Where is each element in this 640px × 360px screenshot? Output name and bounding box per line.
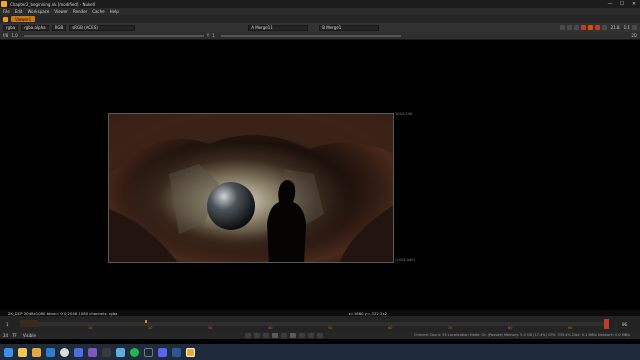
status-readout: Channel Count: 55 Localization Mode: On …	[414, 333, 630, 337]
menu-viewer[interactable]: Viewer	[54, 9, 68, 14]
keyframe-marker	[145, 320, 147, 323]
layer-select[interactable]: rgba.alpha	[21, 24, 49, 31]
store-icon[interactable]	[74, 347, 83, 357]
timeline-tick: 50	[328, 326, 333, 330]
viewer-toolbar: rgba rgba.alpha RGB sRGB (ACES) A Merge1…	[0, 23, 640, 32]
timeline-end-frame[interactable]: 96	[622, 322, 627, 327]
proxy-icon[interactable]	[566, 25, 572, 30]
steam-icon[interactable]	[144, 347, 153, 357]
gain-slider[interactable]	[23, 34, 204, 37]
first-frame-button[interactable]	[245, 333, 251, 338]
timeline-tick: 60	[388, 326, 393, 330]
nuke-taskbar-icon[interactable]	[186, 347, 195, 357]
menu-render[interactable]: Render	[73, 9, 87, 14]
timeline-track[interactable]	[20, 322, 608, 326]
ratio-value[interactable]: 1:1	[624, 25, 630, 30]
lock-icon[interactable]	[587, 25, 593, 30]
menu-edit[interactable]: Edit	[15, 9, 23, 14]
timeline-tick: 70	[448, 326, 453, 330]
window-title: Chapter2_beginning.nk [modified] - NukeX	[10, 1, 96, 7]
image-frame	[108, 113, 394, 263]
tab-bar: Viewer1	[0, 15, 640, 23]
viewer-canvas[interactable]: 1024,540 (1024,540)	[0, 40, 640, 317]
playback-range-select[interactable]: Visible	[23, 333, 36, 338]
terminal-icon[interactable]	[102, 347, 111, 357]
maximize-button[interactable]: ☐	[616, 0, 628, 8]
prev-keyframe-button[interactable]	[254, 333, 260, 338]
timeline-tick: 20	[148, 326, 153, 330]
step-forward-button[interactable]	[299, 333, 305, 338]
gain-gamma-bar: f/8 1.0 Y 1 2D	[0, 32, 640, 40]
file-explorer-icon[interactable]	[18, 347, 27, 357]
pixel-coordinates: x=1660 y=-322.2x2	[348, 310, 388, 316]
overlay-icon[interactable]	[601, 25, 607, 30]
format-size-label: 1024,540	[395, 112, 413, 116]
title-bar: Chapter2_beginning.nk [modified] - NukeX…	[0, 0, 640, 8]
windows-taskbar	[0, 344, 640, 360]
menu-file[interactable]: File	[3, 9, 10, 14]
chrome-icon[interactable]	[60, 347, 69, 357]
gamma-label: Y	[206, 33, 210, 38]
input-b-select[interactable]: B Merge1	[319, 24, 380, 31]
zoom-value[interactable]: 21.8	[611, 25, 620, 30]
step-back-button[interactable]	[263, 333, 269, 338]
timeline-tick: 30	[208, 326, 213, 330]
timeline-playhead[interactable]	[604, 319, 609, 329]
roi-icon[interactable]	[559, 25, 565, 30]
render-pause-icon[interactable]	[580, 25, 586, 30]
playback-controls: 24 TF Visible Channel Count: 55 Localiza…	[0, 332, 640, 339]
timecode-mode[interactable]: TF	[12, 333, 17, 338]
view-mode-label[interactable]: 2D	[631, 33, 637, 38]
tab-viewer1[interactable]: Viewer1	[11, 16, 36, 22]
viewer-settings-icon[interactable]	[632, 25, 637, 30]
menu-cache[interactable]: Cache	[92, 9, 104, 14]
gamma-slider[interactable]	[220, 34, 401, 37]
menu-help[interactable]: Help	[110, 9, 119, 14]
downscale-icon[interactable]	[573, 25, 579, 30]
menu-bar: File Edit Workspace Viewer Render Cache …	[0, 8, 640, 15]
display-transform-select[interactable]: sRGB (ACES)	[69, 24, 136, 31]
timeline-thumbnail	[20, 320, 38, 327]
play-forward-button[interactable]	[290, 333, 296, 338]
format-corner-label: (1024,540)	[395, 258, 415, 262]
timeline-tick: 10	[88, 326, 93, 330]
minimize-button[interactable]: —	[604, 0, 616, 8]
stop-button[interactable]	[281, 333, 287, 338]
fps-field[interactable]: 24	[3, 333, 8, 338]
gain-value[interactable]: 1.0	[11, 33, 17, 38]
menu-workspace[interactable]: Workspace	[27, 9, 49, 14]
timeline-tick: 90	[568, 326, 573, 330]
input-a-select[interactable]: A Merge11	[248, 24, 309, 31]
format-info: 2K_DCP 2048x1080 bbox= 0 0 2048 1080 cha…	[8, 310, 118, 316]
nuke-app-icon	[1, 1, 7, 7]
mail-icon[interactable]	[46, 347, 55, 357]
pane-menu-icon[interactable]	[3, 16, 8, 22]
channels-select[interactable]: rgba	[3, 24, 19, 31]
colorspace-select[interactable]: RGB	[51, 24, 67, 31]
photos-icon[interactable]	[116, 347, 125, 357]
gamma-value[interactable]: 1	[212, 33, 215, 38]
timeline-bar[interactable]: 1 10 20 30 40 50 60 70 80 90 96	[0, 316, 640, 332]
play-reverse-button[interactable]	[272, 333, 278, 338]
close-button[interactable]: ✕	[628, 0, 640, 8]
gain-label: f/8	[3, 33, 9, 38]
vscode-icon[interactable]	[88, 347, 97, 357]
next-keyframe-button[interactable]	[308, 333, 314, 338]
record-icon[interactable]	[594, 25, 600, 30]
word-icon[interactable]	[172, 347, 181, 357]
windows-start-icon[interactable]	[4, 347, 13, 357]
cave-render-image	[109, 114, 393, 262]
timeline-tick: 40	[268, 326, 273, 330]
timeline-start-frame[interactable]: 1	[6, 322, 9, 327]
timeline-tick: 80	[508, 326, 513, 330]
discord-icon[interactable]	[158, 347, 167, 357]
last-frame-button[interactable]	[317, 333, 323, 338]
folder-icon[interactable]	[32, 347, 41, 357]
spotify-icon[interactable]	[130, 347, 139, 357]
